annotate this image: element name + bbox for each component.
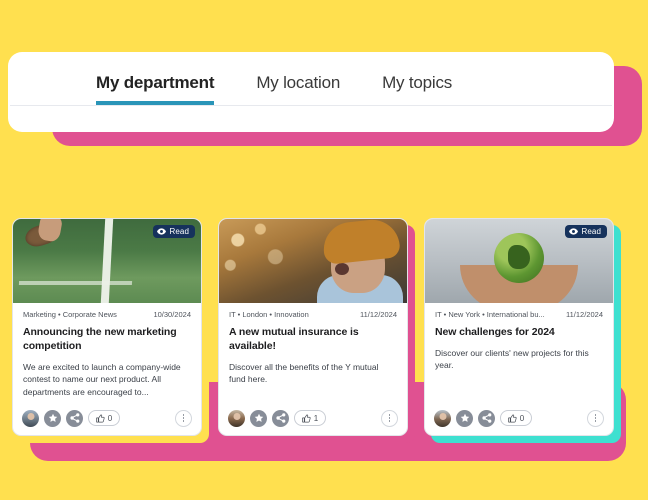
card-excerpt: Discover our clients' new projects for t… bbox=[435, 347, 589, 371]
more-options-button[interactable] bbox=[381, 409, 398, 427]
field-line-shape bbox=[18, 281, 132, 285]
read-badge-label: Read bbox=[581, 227, 601, 236]
news-card-3[interactable]: Read IT • New York • International bu...… bbox=[424, 218, 621, 443]
dot bbox=[388, 420, 391, 423]
card-image-child-laughing bbox=[219, 219, 407, 303]
card-title[interactable]: Announcing the new marketing competition bbox=[23, 326, 191, 354]
card-body: IT • London • Innovation 11/12/2024 A ne… bbox=[219, 303, 407, 401]
more-options-button[interactable] bbox=[587, 409, 604, 427]
moss-globe-shape bbox=[494, 233, 544, 283]
card-footer: 0 bbox=[13, 401, 201, 435]
share-icon bbox=[481, 413, 491, 423]
share-button[interactable] bbox=[66, 409, 83, 427]
eye-icon bbox=[569, 228, 579, 235]
card-date: 10/30/2024 bbox=[153, 310, 191, 319]
favorite-star-button[interactable] bbox=[456, 409, 473, 427]
card-image-football-field: Read bbox=[13, 219, 201, 303]
tab-my-department[interactable]: My department bbox=[96, 74, 215, 105]
card-image-moss-globe: Read bbox=[425, 219, 613, 303]
card-surface[interactable]: Read IT • New York • International bu...… bbox=[424, 218, 614, 436]
author-avatar[interactable] bbox=[434, 409, 451, 427]
thumbs-up-icon bbox=[95, 414, 105, 422]
card-tags: IT • London • Innovation bbox=[229, 310, 309, 319]
news-card-2[interactable]: IT • London • Innovation 11/12/2024 A ne… bbox=[218, 218, 415, 443]
favorite-star-button[interactable] bbox=[250, 409, 267, 427]
dot bbox=[388, 413, 391, 416]
star-icon bbox=[48, 413, 57, 422]
star-icon bbox=[460, 413, 469, 422]
share-icon bbox=[275, 413, 285, 423]
thumbs-up-icon bbox=[507, 414, 517, 422]
like-count: 0 bbox=[519, 413, 525, 423]
dot bbox=[594, 417, 597, 419]
card-excerpt: Discover all the benefits of the Y mutua… bbox=[229, 361, 379, 385]
card-date: 11/12/2024 bbox=[360, 310, 397, 319]
tab-panel: My department My location My topics bbox=[8, 52, 614, 132]
tab-my-location[interactable]: My location bbox=[256, 74, 340, 105]
child-mouth-shape bbox=[335, 263, 349, 275]
read-badge-label: Read bbox=[169, 227, 189, 236]
card-body: IT • New York • International bu... 11/1… bbox=[425, 303, 613, 401]
card-surface[interactable]: Read Marketing • Corporate News 10/30/20… bbox=[12, 218, 202, 436]
like-count: 0 bbox=[107, 413, 113, 423]
card-footer: 0 bbox=[425, 401, 613, 435]
card-excerpt: We are excited to launch a company-wide … bbox=[23, 361, 181, 397]
dot bbox=[182, 420, 185, 423]
read-status-badge: Read bbox=[565, 225, 607, 238]
card-tags: Marketing • Corporate News bbox=[23, 310, 117, 319]
tab-strip: My department My location My topics bbox=[8, 52, 614, 105]
tab-my-topics[interactable]: My topics bbox=[382, 74, 452, 105]
dot bbox=[182, 413, 185, 416]
card-date: 11/12/2024 bbox=[566, 310, 603, 319]
card-title[interactable]: New challenges for 2024 bbox=[435, 326, 603, 340]
dot bbox=[594, 420, 597, 423]
card-meta-row: Marketing • Corporate News 10/30/2024 bbox=[23, 310, 191, 319]
card-surface[interactable]: IT • London • Innovation 11/12/2024 A ne… bbox=[218, 218, 408, 436]
card-meta-row: IT • New York • International bu... 11/1… bbox=[435, 310, 603, 319]
read-status-badge: Read bbox=[153, 225, 195, 238]
card-footer: 1 bbox=[219, 401, 407, 435]
like-button[interactable]: 1 bbox=[294, 410, 326, 426]
dot bbox=[388, 417, 391, 419]
like-button[interactable]: 0 bbox=[500, 410, 532, 426]
share-button[interactable] bbox=[272, 409, 289, 427]
card-title[interactable]: A new mutual insurance is available! bbox=[229, 326, 397, 354]
card-meta-row: IT • London • Innovation 11/12/2024 bbox=[229, 310, 397, 319]
dot bbox=[182, 417, 185, 419]
dot bbox=[594, 413, 597, 416]
author-avatar[interactable] bbox=[228, 409, 245, 427]
card-tags: IT • New York • International bu... bbox=[435, 310, 545, 319]
card-body: Marketing • Corporate News 10/30/2024 An… bbox=[13, 303, 201, 401]
star-icon bbox=[254, 413, 263, 422]
news-card-1[interactable]: Read Marketing • Corporate News 10/30/20… bbox=[12, 218, 209, 443]
eye-icon bbox=[157, 228, 167, 235]
like-count: 1 bbox=[313, 413, 319, 423]
more-options-button[interactable] bbox=[175, 409, 192, 427]
share-button[interactable] bbox=[478, 409, 495, 427]
like-button[interactable]: 0 bbox=[88, 410, 120, 426]
thumbs-up-icon bbox=[301, 414, 311, 422]
author-avatar[interactable] bbox=[22, 409, 39, 427]
tab-divider bbox=[10, 105, 612, 106]
share-icon bbox=[69, 413, 79, 423]
favorite-star-button[interactable] bbox=[44, 409, 61, 427]
